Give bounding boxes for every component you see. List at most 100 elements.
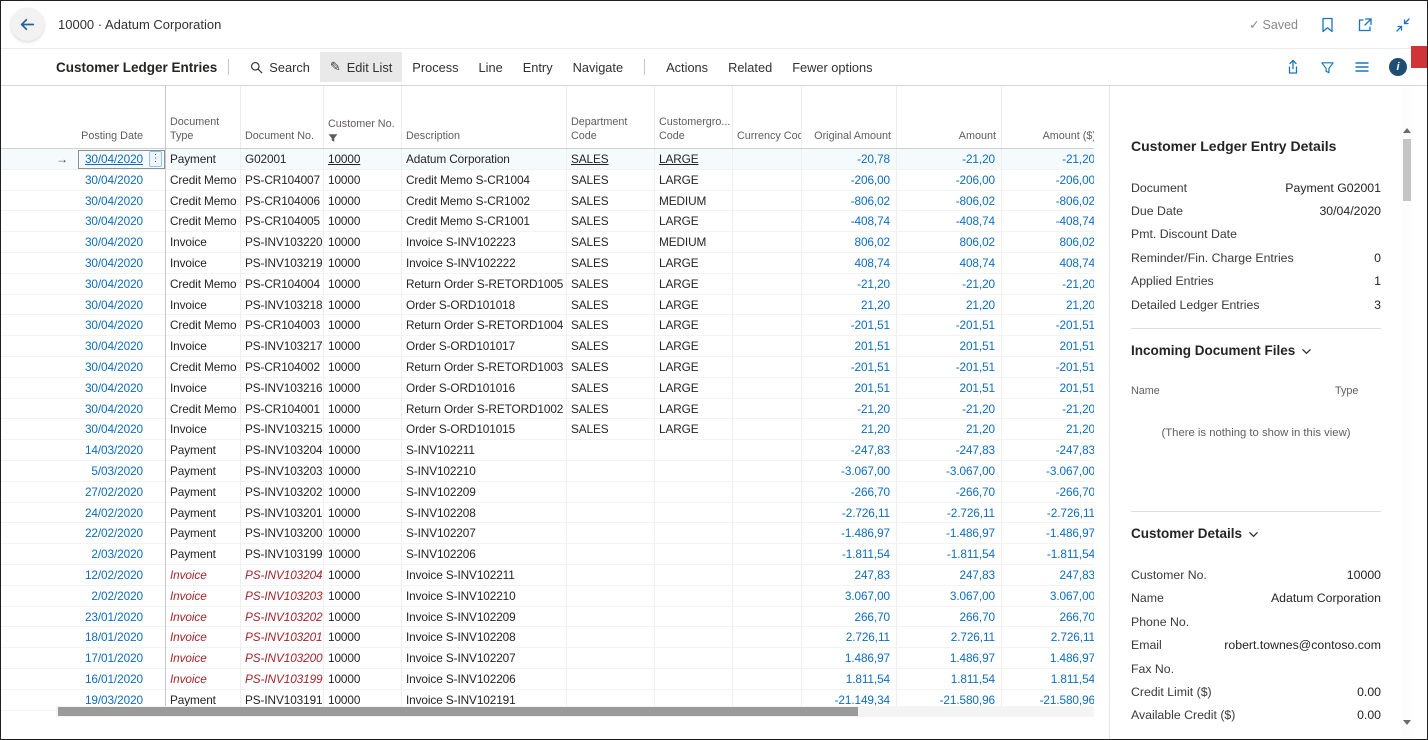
cell-original_amount[interactable]: -201,51 [802, 357, 897, 378]
cell-custgroup_code[interactable]: LARGE [655, 253, 733, 274]
cell-custgroup_code[interactable]: MEDIUM [655, 191, 733, 212]
cell-doc_type[interactable]: Credit Memo [166, 399, 241, 420]
cell-customer_no[interactable]: 10000 [324, 232, 402, 253]
cell-posting_date[interactable]: 30/04/2020 [77, 357, 166, 378]
cell-original_amount[interactable]: -206,00 [802, 170, 897, 191]
cell-doc_type[interactable]: Invoice [166, 586, 241, 607]
cell-amount[interactable]: 247,83 [897, 565, 1002, 586]
cell-dept_code[interactable] [567, 648, 655, 669]
cell-amount[interactable]: -1.486,97 [897, 523, 1002, 544]
cell-original_amount[interactable]: -3.067,00 [802, 461, 897, 482]
cell-customer_no[interactable]: 10000 [324, 399, 402, 420]
cell-custgroup_code[interactable]: MEDIUM [655, 232, 733, 253]
cell-dept_code[interactable] [567, 669, 655, 690]
cell-amount_usd[interactable]: 247,83 [1002, 565, 1094, 586]
cell-original_amount[interactable]: 2.726,11 [802, 627, 897, 648]
cell-amount_usd[interactable]: 21,20 [1002, 295, 1094, 316]
cell-description[interactable]: Invoice S-INV102209 [402, 607, 567, 628]
cell-original_amount[interactable]: -1.811,54 [802, 544, 897, 565]
cell-doc_no[interactable]: PS-INV103201 [241, 627, 324, 648]
cell-amount[interactable]: 266,70 [897, 607, 1002, 628]
cell-currency_code[interactable] [733, 336, 802, 357]
cell-dept_code[interactable]: SALES [567, 170, 655, 191]
field-value[interactable]: robert.townes@contoso.com [1224, 638, 1381, 652]
horizontal-scrollbar-thumb[interactable] [58, 707, 858, 716]
cell-currency_code[interactable] [733, 607, 802, 628]
cell-dept_code[interactable] [567, 627, 655, 648]
cell-custgroup_code[interactable]: LARGE [655, 274, 733, 295]
cell-posting_date[interactable]: 18/01/2020 [77, 627, 166, 648]
details-pane-toggle-icon[interactable]: i [1389, 58, 1407, 76]
cell-custgroup_code[interactable]: LARGE [655, 399, 733, 420]
cell-customer_no[interactable]: 10000 [324, 648, 402, 669]
cell-posting_date[interactable]: 30/04/2020⋮ [77, 149, 166, 170]
column-header-customer_no[interactable]: Customer No. [324, 86, 402, 148]
cell-amount_usd[interactable]: -206,00 [1002, 170, 1094, 191]
cell-dept_code[interactable]: SALES [567, 191, 655, 212]
incoming-files-section-header[interactable]: Incoming Document Files [1131, 343, 1381, 359]
cell-amount_usd[interactable]: 1.486,97 [1002, 648, 1094, 669]
cell-doc_no[interactable]: PS-CR104002 [241, 357, 324, 378]
cell-amount[interactable]: 806,02 [897, 232, 1002, 253]
cell-dept_code[interactable]: SALES [567, 357, 655, 378]
cell-currency_code[interactable] [733, 440, 802, 461]
cell-original_amount[interactable]: 1.811,54 [802, 669, 897, 690]
cell-dept_code[interactable] [567, 544, 655, 565]
cell-doc_no[interactable]: PS-INV103204 [241, 440, 324, 461]
cell-posting_date[interactable]: 30/04/2020 [77, 315, 166, 336]
cell-doc_type[interactable]: Credit Memo [166, 357, 241, 378]
fewer-options-button[interactable]: Fewer options [782, 53, 882, 82]
cell-currency_code[interactable] [733, 274, 802, 295]
cell-customer_no[interactable]: 10000 [324, 503, 402, 524]
cell-doc_type[interactable]: Invoice [166, 627, 241, 648]
back-button[interactable] [11, 8, 44, 41]
cell-custgroup_code[interactable]: LARGE [655, 378, 733, 399]
cell-customer_no[interactable]: 10000 [324, 440, 402, 461]
cell-original_amount[interactable]: -2.726,11 [802, 503, 897, 524]
cell-original_amount[interactable]: -21,20 [802, 274, 897, 295]
cell-posting_date[interactable]: 16/01/2020 [77, 669, 166, 690]
cell-doc_type[interactable]: Invoice [166, 565, 241, 586]
cell-custgroup_code[interactable]: LARGE [655, 419, 733, 440]
cell-dept_code[interactable]: SALES [567, 378, 655, 399]
cell-customer_no[interactable]: 10000 [324, 586, 402, 607]
cell-currency_code[interactable] [733, 627, 802, 648]
cell-description[interactable]: Invoice S-INV102222 [402, 253, 567, 274]
cell-doc_type[interactable]: Payment [166, 461, 241, 482]
cell-doc_type[interactable]: Invoice [166, 253, 241, 274]
column-header-doc_no[interactable]: Document No. [241, 86, 324, 148]
cell-doc_type[interactable]: Invoice [166, 607, 241, 628]
cell-dept_code[interactable] [567, 607, 655, 628]
cell-doc_type[interactable]: Credit Memo [166, 211, 241, 232]
cell-dept_code[interactable] [567, 440, 655, 461]
cell-currency_code[interactable] [733, 669, 802, 690]
cell-currency_code[interactable] [733, 586, 802, 607]
cell-amount[interactable]: -21,20 [897, 399, 1002, 420]
row-context-menu-button[interactable]: ⋮ [149, 151, 162, 167]
cell-doc_type[interactable]: Credit Memo [166, 315, 241, 336]
cell-amount[interactable]: 408,74 [897, 253, 1002, 274]
cell-doc_no[interactable]: PS-INV103216 [241, 378, 324, 399]
cell-amount[interactable]: -21,20 [897, 274, 1002, 295]
cell-customer_no[interactable]: 10000 [324, 295, 402, 316]
cell-doc_no[interactable]: PS-INV103217 [241, 336, 324, 357]
cell-description[interactable]: S-INV102210 [402, 461, 567, 482]
cell-original_amount[interactable]: 201,51 [802, 378, 897, 399]
cell-custgroup_code[interactable]: LARGE [655, 295, 733, 316]
column-header-custgroup_code[interactable]: Customergro... Code [655, 86, 733, 148]
menu-navigate[interactable]: Navigate [563, 53, 634, 82]
cell-amount_usd[interactable]: 201,51 [1002, 378, 1094, 399]
cell-currency_code[interactable] [733, 232, 802, 253]
cell-amount_usd[interactable]: 266,70 [1002, 607, 1094, 628]
cell-amount[interactable]: -3.067,00 [897, 461, 1002, 482]
column-header-amount_usd[interactable]: Amount ($) [1002, 86, 1094, 148]
cell-amount[interactable]: 1.811,54 [897, 669, 1002, 690]
cell-amount_usd[interactable]: 201,51 [1002, 336, 1094, 357]
cell-description[interactable]: S-INV102207 [402, 523, 567, 544]
cell-doc_type[interactable]: Payment [166, 544, 241, 565]
cell-posting_date[interactable]: 30/04/2020 [77, 191, 166, 212]
cell-description[interactable]: Invoice S-INV102207 [402, 648, 567, 669]
cell-description[interactable]: Credit Memo S-CR1004 [402, 170, 567, 191]
column-header-amount[interactable]: Amount [897, 86, 1002, 148]
cell-doc_no[interactable]: PS-INV103204 [241, 565, 324, 586]
